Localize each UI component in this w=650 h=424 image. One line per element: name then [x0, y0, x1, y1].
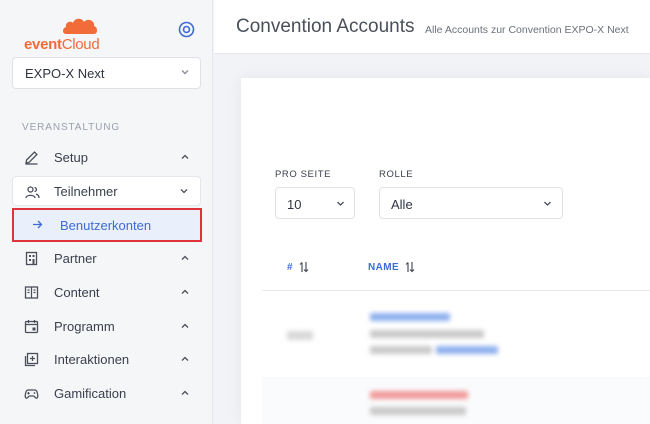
- sort-icon: [299, 262, 309, 273]
- sidebar-item-partner[interactable]: Partner: [12, 243, 201, 273]
- brand-name: eventCloud: [24, 36, 100, 53]
- sidebar-item-gamification[interactable]: Gamification: [12, 378, 201, 408]
- sidebar: eventCloud EXPO-X Next VERANSTALTUNG Set…: [0, 0, 213, 424]
- book-icon: [24, 286, 39, 299]
- page-title: Convention Accounts: [236, 16, 415, 37]
- users-icon: [25, 186, 40, 199]
- column-header-id-label: #: [287, 261, 293, 273]
- table-row[interactable]: [262, 377, 650, 424]
- sidebar-item-setup[interactable]: Setup: [12, 142, 201, 172]
- sort-icon: [405, 262, 415, 273]
- event-select[interactable]: EXPO-X Next: [12, 57, 201, 89]
- sidebar-item-label: Benutzerkonten: [60, 218, 152, 233]
- per-page-value: 10: [287, 197, 302, 212]
- sidebar-item-label: Content: [54, 285, 100, 300]
- chevron-up-icon: [181, 255, 189, 260]
- role-label: ROLLE: [379, 169, 414, 180]
- target-icon[interactable]: [178, 21, 195, 38]
- sidebar-item-benutzerkonten[interactable]: Benutzerkonten: [12, 208, 202, 242]
- sidebar-item-label: Interaktionen: [54, 352, 130, 367]
- column-header-id[interactable]: #: [287, 261, 309, 273]
- sidebar-item-label: Gamification: [54, 386, 127, 401]
- sidebar-item-content[interactable]: Content: [12, 277, 201, 307]
- chevron-up-icon: [181, 323, 189, 328]
- brand-name-part2: Cloud: [61, 36, 100, 53]
- section-label: VERANSTALTUNG: [22, 122, 121, 133]
- event-select-value: EXPO-X Next: [25, 65, 105, 81]
- gamepad-icon: [24, 389, 39, 399]
- building-icon: [25, 251, 38, 266]
- sidebar-item-label: Setup: [54, 150, 88, 165]
- chevron-up-icon: [181, 289, 189, 294]
- blurred-row-content: [262, 377, 650, 424]
- sidebar-item-programm[interactable]: Programm: [12, 311, 201, 341]
- role-select[interactable]: Alle: [379, 187, 563, 219]
- accounts-card: PRO SEITE 10 ROLLE Alle # NAME: [241, 78, 650, 424]
- column-header-name[interactable]: NAME: [368, 261, 415, 273]
- table-row[interactable]: [262, 291, 650, 377]
- chevron-up-icon: [181, 390, 189, 395]
- chevron-up-icon: [181, 356, 189, 361]
- brand-name-part1: event: [24, 36, 62, 53]
- chevron-up-icon: [181, 154, 189, 159]
- sidebar-item-label: Programm: [54, 319, 115, 334]
- chevron-down-icon: [337, 201, 344, 206]
- sidebar-item-label: Partner: [54, 251, 97, 266]
- role-value: Alle: [391, 197, 413, 212]
- sidebar-item-label: Teilnehmer: [54, 184, 118, 199]
- cloud-logo-icon: [63, 18, 97, 34]
- chevron-down-icon: [544, 201, 551, 206]
- sidebar-item-teilnehmer[interactable]: Teilnehmer: [12, 176, 201, 206]
- page-header: Convention Accounts Alle Accounts zur Co…: [214, 0, 650, 54]
- calendar-icon: [24, 320, 39, 334]
- column-header-name-label: NAME: [368, 261, 400, 273]
- blurred-row-content: [262, 291, 650, 377]
- pencil-icon: [25, 151, 38, 165]
- sidebar-item-interaktionen[interactable]: Interaktionen: [12, 344, 201, 374]
- page-subtitle: Alle Accounts zur Convention EXPO-X Next: [425, 24, 629, 36]
- per-page-select[interactable]: 10: [275, 187, 355, 219]
- add-box-icon: [24, 352, 39, 367]
- eventcloud-logo[interactable]: eventCloud: [22, 17, 102, 55]
- chevron-down-icon: [181, 70, 189, 75]
- per-page-label: PRO SEITE: [275, 169, 332, 180]
- chevron-down-icon: [180, 189, 188, 194]
- arrow-right-icon: [33, 220, 43, 229]
